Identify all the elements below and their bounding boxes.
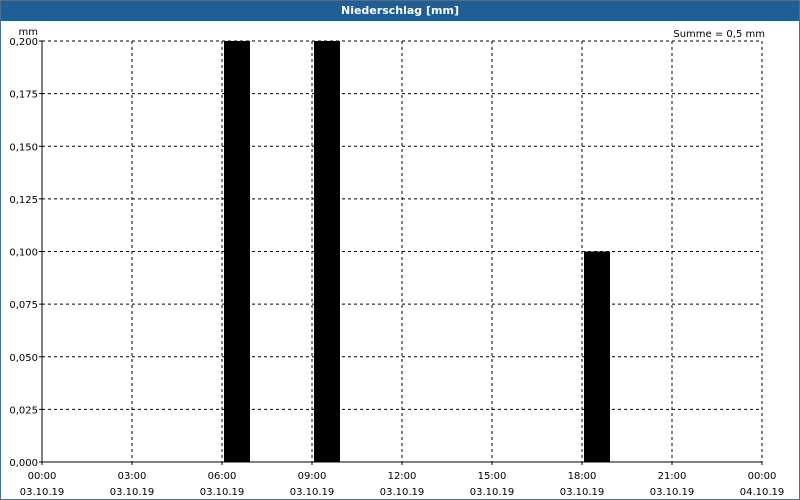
sum-label: Summe = 0,5 mm bbox=[673, 29, 765, 40]
y-tick-label: 0,025 bbox=[9, 405, 38, 416]
y-tick-label: 0,000 bbox=[9, 458, 38, 469]
x-tick-time: 09:00 bbox=[298, 471, 327, 482]
x-tick-time: 00:00 bbox=[748, 471, 777, 482]
y-tick-label: 0,125 bbox=[9, 195, 38, 206]
y-tick-label: 0,175 bbox=[9, 90, 38, 101]
x-tick-date: 03.10.19 bbox=[110, 487, 155, 498]
x-tick-time: 18:00 bbox=[568, 471, 597, 482]
y-tick-label: 0,100 bbox=[9, 248, 38, 259]
y-axis-label: mm bbox=[19, 27, 38, 38]
x-tick-date: 03.10.19 bbox=[470, 487, 515, 498]
x-tick-time: 00:00 bbox=[28, 471, 57, 482]
y-tick-label: 0,200 bbox=[9, 37, 38, 48]
x-tick-time: 06:00 bbox=[208, 471, 237, 482]
x-tick-date: 03.10.19 bbox=[20, 487, 65, 498]
chart-title: Niederschlag [mm] bbox=[1, 1, 799, 21]
chart-window: Niederschlag [mm] 0,000 0,025 0,050 0,075 0,… bbox=[0, 0, 800, 500]
x-tick-date: 03.10.19 bbox=[650, 487, 695, 498]
precipitation-chart: 0,000 0,025 0,050 0,075 0,100 0,125 0,150 0,175… bbox=[9, 27, 785, 498]
x-tick-date: 03.10.19 bbox=[560, 487, 605, 498]
x-tick-time: 15:00 bbox=[478, 471, 507, 482]
x-tick-time: 03:00 bbox=[118, 471, 147, 482]
y-tick-label: 0,075 bbox=[9, 300, 38, 311]
x-tick-date: 03.10.19 bbox=[290, 487, 335, 498]
x-tick-date: 04.10.19 bbox=[740, 487, 785, 498]
bar-2 bbox=[584, 251, 610, 462]
y-tick-label: 0,050 bbox=[9, 353, 38, 364]
x-tick-time: 12:00 bbox=[388, 471, 417, 482]
bar-1 bbox=[314, 41, 340, 462]
x-tick-time: 21:00 bbox=[658, 471, 687, 482]
x-tick-date: 03.10.19 bbox=[200, 487, 245, 498]
bar-0 bbox=[224, 41, 250, 462]
x-tick-date: 03.10.19 bbox=[380, 487, 425, 498]
y-tick-label: 0,150 bbox=[9, 142, 38, 153]
